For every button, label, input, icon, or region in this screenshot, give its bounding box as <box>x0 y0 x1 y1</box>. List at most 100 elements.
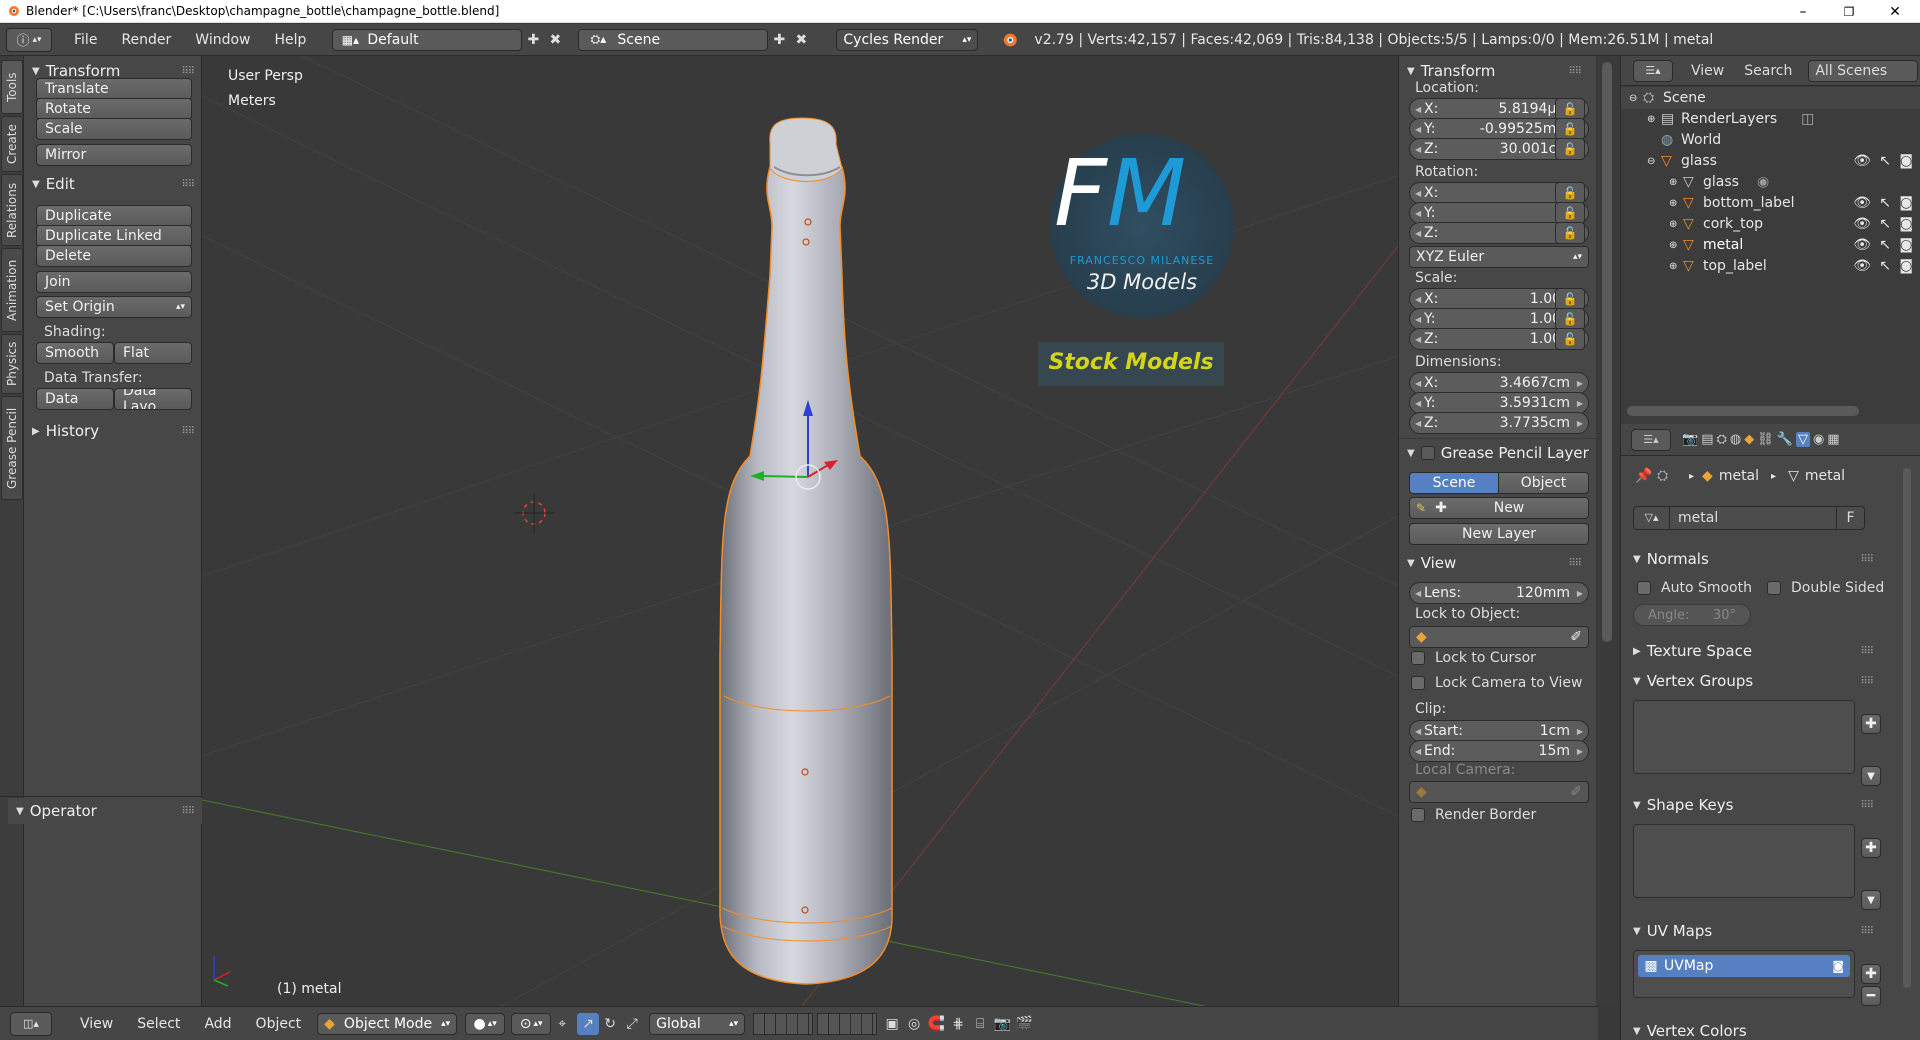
transform-orientation-dropdown[interactable]: Global ▴▾ <box>649 1012 746 1035</box>
scene-tab-icon[interactable]: ⛭ <box>1716 432 1726 447</box>
drag-grip-icon[interactable]: ⠿⠿ <box>1860 926 1874 937</box>
minimize-button[interactable]: – <box>1780 0 1826 23</box>
duplicate-button[interactable]: Duplicate <box>36 205 192 227</box>
selectable-cursor-icon[interactable]: ↖ <box>1879 237 1891 253</box>
lens-field[interactable]: ◀ Lens: 120mm ▶ <box>1409 582 1589 604</box>
outliner-world-row[interactable]: ◍ World <box>1661 129 1721 151</box>
gp-new-button[interactable]: ✎ ✚ New <box>1409 497 1589 519</box>
uv-maps-list[interactable]: ▩ UVMap ◙ <box>1633 950 1855 998</box>
dimensions-z-field[interactable]: ◀ Z: 3.7735cm ▶ <box>1409 412 1589 434</box>
menu-file[interactable]: File <box>62 28 109 52</box>
opengl-render-icon[interactable]: 📷 <box>991 1013 1013 1035</box>
delete-button[interactable]: Delete <box>36 245 192 267</box>
outliner-metal-row[interactable]: ⊕ ▽ metal 👁 ↖ ◙ <box>1669 234 1917 256</box>
outliner-glass-object-row[interactable]: ⊖ ▽ glass 👁 ↖ ◙ <box>1647 150 1917 172</box>
viewport-editor-type-icon[interactable]: ◫▴ <box>10 1011 52 1036</box>
drag-grip-icon[interactable]: ⠿⠿ <box>1568 558 1582 569</box>
tab-grease-pencil[interactable]: Grease Pencil <box>1 396 23 500</box>
drag-grip-icon[interactable]: ⠿⠿ <box>1860 676 1874 687</box>
double-sided-checkbox[interactable] <box>1767 581 1781 595</box>
lock-icon[interactable]: 🔓 <box>1555 308 1585 330</box>
menu-view[interactable]: View <box>68 1012 125 1036</box>
renderable-camera-icon[interactable]: ◙ <box>1899 237 1913 253</box>
maximize-button[interactable]: ❐ <box>1826 0 1872 23</box>
close-button[interactable]: ✕ <box>1872 0 1918 23</box>
render-layers-tab-icon[interactable]: ▤ <box>1701 432 1713 447</box>
history-panel-header[interactable]: ▶ History ⠿⠿ <box>24 418 202 444</box>
grease-pencil-layer-header[interactable]: ▼ Grease Pencil Layer <box>1399 440 1596 466</box>
pin-icon[interactable]: 📌 <box>1635 468 1657 484</box>
lock-icon[interactable]: 🔓 <box>1555 328 1585 350</box>
visibility-eye-icon[interactable]: 👁 <box>1853 258 1871 274</box>
shape-keys-panel-header[interactable]: ▼ Shape Keys ⠿⠿ <box>1625 792 1881 818</box>
renderable-camera-icon[interactable]: ◙ <box>1899 195 1913 211</box>
layers-grid-a[interactable] <box>753 1012 814 1035</box>
grease-pencil-checkbox[interactable] <box>1420 446 1435 460</box>
clip-start-field[interactable]: ◀ Start: 1cm ▶ <box>1409 720 1589 742</box>
dimensions-y-field[interactable]: ◀ Y: 3.5931cm ▶ <box>1409 392 1589 414</box>
selectable-cursor-icon[interactable]: ↖ <box>1879 153 1891 169</box>
selectable-cursor-icon[interactable]: ↖ <box>1879 258 1891 274</box>
expand-icon[interactable]: ⊕ <box>1647 114 1661 125</box>
drag-grip-icon[interactable]: ⠿⠿ <box>1568 66 1582 77</box>
scene-selector[interactable]: ⛭▴ Scene <box>578 28 769 51</box>
rotation-mode-dropdown[interactable]: XYZ Euler ▴▾ <box>1409 246 1589 268</box>
world-tab-icon[interactable]: ◍ <box>1730 432 1741 447</box>
renderable-camera-icon[interactable]: ◙ <box>1899 216 1913 232</box>
data-layout-button[interactable]: Data Layo <box>114 388 192 410</box>
viewport-shading-dropdown[interactable]: ● ▴▾ <box>465 1012 506 1035</box>
constraints-tab-icon[interactable]: ⛓ <box>1757 432 1774 447</box>
join-button[interactable]: Join <box>36 271 192 293</box>
expand-icon[interactable]: ⊕ <box>1669 240 1683 251</box>
menu-add[interactable]: Add <box>192 1012 243 1036</box>
object-tab-icon[interactable]: ◆ <box>1744 432 1754 447</box>
scale-manipulator-icon[interactable]: ⤢ <box>621 1013 643 1035</box>
uv-map-item[interactable]: ▩ UVMap ◙ <box>1638 955 1850 977</box>
tab-animation[interactable]: Animation <box>1 248 23 332</box>
outliner-search-menu[interactable]: Search <box>1744 63 1792 79</box>
drag-grip-icon[interactable]: ⠿⠿ <box>181 426 195 437</box>
bottle-mesh[interactable] <box>719 166 893 985</box>
outliner-filter-dropdown[interactable]: All Scenes <box>1808 59 1919 82</box>
material-tab-icon[interactable]: ◉ <box>1813 432 1824 447</box>
texture-space-panel-header[interactable]: ▶ Texture Space ⠿⠿ <box>1625 638 1881 664</box>
new-layer-button[interactable]: New Layer <box>1409 523 1589 545</box>
outliner-cork-top-row[interactable]: ⊕ ▽ cork_top 👁 ↖ ◙ <box>1669 213 1917 235</box>
dimensions-x-field[interactable]: ◀ X: 3.4667cm ▶ <box>1409 372 1589 394</box>
expand-icon[interactable]: ⊕ <box>1669 219 1683 230</box>
vertex-groups-list[interactable] <box>1633 700 1855 774</box>
expand-icon[interactable]: ⊕ <box>1669 198 1683 209</box>
renderable-camera-icon[interactable]: ◙ <box>1899 258 1913 274</box>
pivot-point-dropdown[interactable]: ⊙ ▴▾ <box>511 1012 552 1035</box>
manipulator-toggle-icon[interactable]: ⌖ <box>551 1013 573 1035</box>
outliner-h-scrollbar[interactable] <box>1627 406 1859 416</box>
drag-grip-icon[interactable]: ⠿⠿ <box>1860 554 1874 565</box>
collapse-icon[interactable]: ⊖ <box>1629 93 1643 104</box>
translate-manipulator-icon[interactable]: ↗ <box>577 1012 600 1035</box>
vertex-groups-panel-header[interactable]: ▼ Vertex Groups ⠿⠿ <box>1625 668 1881 694</box>
tab-create[interactable]: Create <box>1 116 23 172</box>
remove-layout-icon[interactable]: ✖ <box>544 29 566 51</box>
set-origin-dropdown[interactable]: Set Origin ▴▾ <box>36 296 192 318</box>
lock-icon[interactable]: 🔓 <box>1555 98 1585 120</box>
drag-grip-icon[interactable]: ⠿⠿ <box>181 806 195 817</box>
add-shape-key-icon[interactable]: ✚ <box>1861 838 1881 858</box>
lock-camera-checkbox[interactable] <box>1411 676 1425 690</box>
flat-button[interactable]: Flat <box>114 342 192 364</box>
proportional-editing-icon[interactable]: ◎ <box>903 1013 925 1035</box>
render-tab-icon[interactable]: 📷 <box>1682 432 1698 447</box>
outliner-renderlayers-row[interactable]: ⊕ ▤ RenderLayers ◫ <box>1647 108 1814 130</box>
3d-cursor[interactable] <box>514 493 554 533</box>
mirror-button[interactable]: Mirror <box>36 144 192 166</box>
lock-layers-icon[interactable]: ▣ <box>881 1013 903 1035</box>
properties-scrollbar[interactable] <box>1903 468 1911 988</box>
auto-smooth-checkbox[interactable] <box>1637 581 1651 595</box>
tab-relations[interactable]: Relations <box>1 174 23 246</box>
screen-layout-selector[interactable]: ▦▴ Default <box>332 28 523 51</box>
lock-icon[interactable]: 🔓 <box>1555 138 1585 160</box>
menu-object[interactable]: Object <box>244 1012 314 1036</box>
visibility-eye-icon[interactable]: 👁 <box>1853 216 1871 232</box>
3d-viewport[interactable]: User Persp Meters (1) metal FM FRANCESCO… <box>202 56 1398 1006</box>
render-engine-selector[interactable]: Cycles Render ▴▾ <box>836 28 979 51</box>
tab-tools[interactable]: Tools <box>1 60 23 114</box>
